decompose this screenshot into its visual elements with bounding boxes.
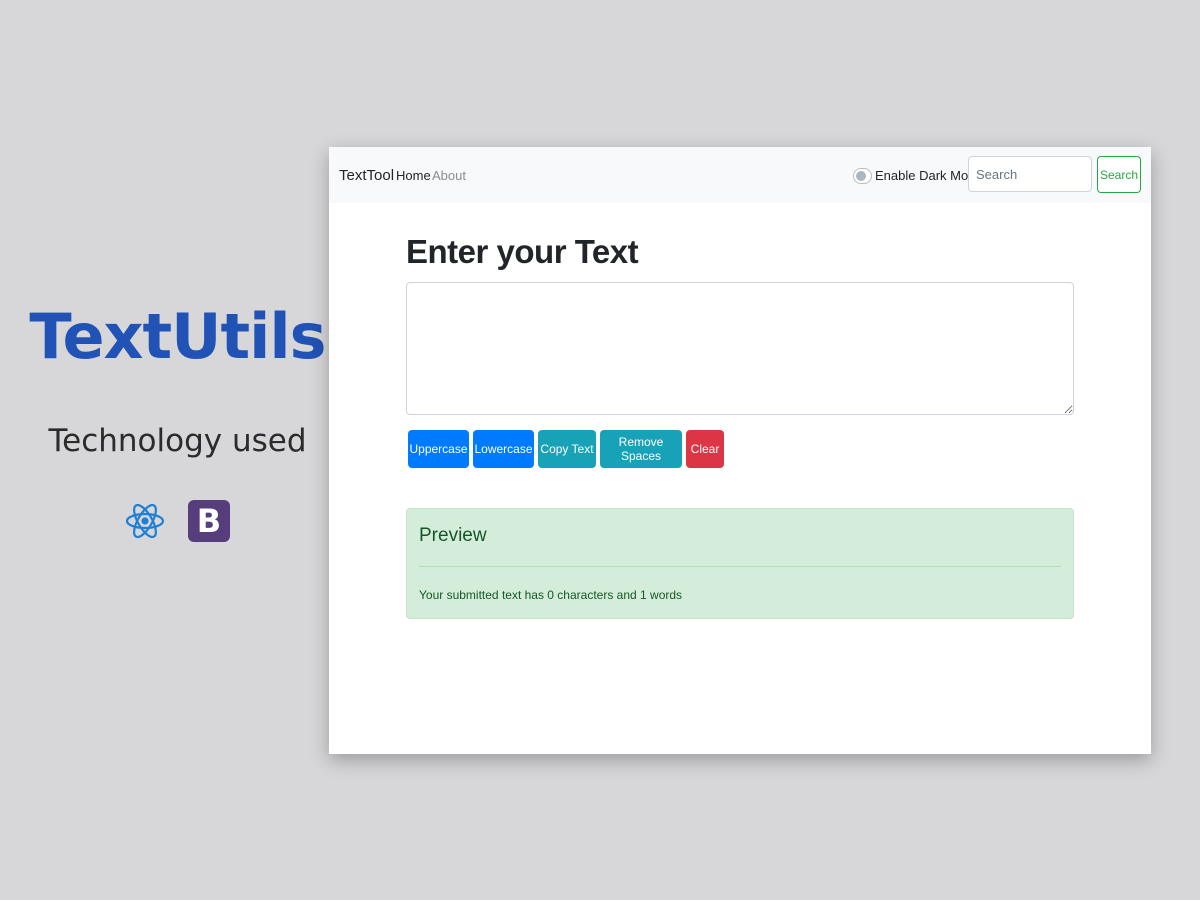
- promo-subtitle: Technology used: [48, 423, 307, 459]
- search-button[interactable]: Search: [1097, 156, 1141, 193]
- text-input-area[interactable]: [406, 282, 1074, 415]
- bootstrap-icon: B: [188, 500, 230, 542]
- nav-link-about[interactable]: About: [432, 168, 466, 183]
- clear-button[interactable]: Clear: [686, 430, 724, 468]
- preview-panel: Preview Your submitted text has 0 charac…: [406, 508, 1074, 619]
- lowercase-button[interactable]: Lowercase: [473, 430, 534, 468]
- action-buttons: Uppercase Lowercase Copy Text Remove Spa…: [408, 430, 724, 468]
- preview-divider: [419, 566, 1061, 567]
- dark-mode-label: Enable Dark Mode: [875, 168, 983, 183]
- app-window: TextTool Home About Enable Dark Mode Sea…: [329, 147, 1151, 754]
- toggle-knob: [856, 171, 866, 181]
- navbar-brand[interactable]: TextTool: [339, 167, 394, 184]
- dark-mode-toggle[interactable]: [853, 168, 872, 184]
- uppercase-button[interactable]: Uppercase: [408, 430, 469, 468]
- tech-icons: B: [124, 500, 230, 542]
- preview-title: Preview: [419, 525, 487, 546]
- navbar: TextTool Home About Enable Dark Mode Sea…: [329, 147, 1151, 203]
- preview-summary: Your submitted text has 0 characters and…: [419, 588, 683, 602]
- nav-link-home[interactable]: Home: [396, 168, 431, 183]
- copy-text-button[interactable]: Copy Text: [538, 430, 596, 468]
- remove-spaces-button[interactable]: Remove Spaces: [600, 430, 682, 468]
- search-input[interactable]: [968, 156, 1092, 192]
- promo-title: TextUtils: [29, 300, 326, 373]
- react-icon: [125, 503, 165, 539]
- page-title: Enter your Text: [406, 233, 639, 270]
